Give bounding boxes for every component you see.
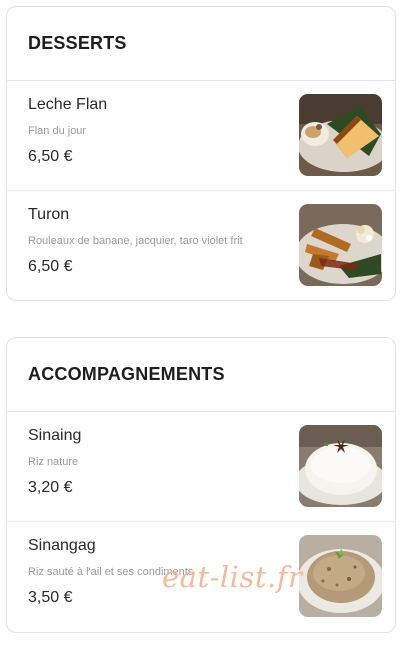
item-name: Sinangag [28,537,96,554]
item-price: 6,50 € [28,258,73,275]
section-title: DESSERTS [28,33,127,53]
menu-item-leche-flan[interactable]: Leche Flan Flan du jour 6,50 € [7,81,395,191]
leche-flan-photo[interactable] [299,94,382,176]
section-header: DESSERTS [7,7,395,81]
item-price: 3,50 € [28,589,73,606]
section-title: ACCOMPAGNEMENTS [28,364,225,384]
desserts-section: DESSERTS Leche Flan Flan du jour 6,50 € … [6,6,396,301]
accompagnements-section: ACCOMPAGNEMENTS Sinaing Riz nature 3,20 … [6,337,396,633]
sinangag-photo[interactable] [299,535,382,617]
item-description: Flan du jour [28,125,87,137]
item-price: 6,50 € [28,148,73,165]
sinaing-photo[interactable] [299,425,382,507]
item-description: Riz sauté à l'ail et ses condiments [28,566,194,578]
item-description: Riz nature [28,456,79,468]
item-name: Turon [28,206,70,223]
item-name: Sinaing [28,427,82,444]
item-description: Rouleaux de banane, jacquier, taro viole… [28,235,243,247]
menu-item-sinaing[interactable]: Sinaing Riz nature 3,20 € [7,412,395,522]
menu-item-sinangag[interactable]: Sinangag Riz sauté à l'ail et ses condim… [7,522,395,632]
turon-photo[interactable] [299,204,382,286]
item-name: Leche Flan [28,96,108,113]
menu-item-turon[interactable]: Turon Rouleaux de banane, jacquier, taro… [7,191,395,301]
section-header: ACCOMPAGNEMENTS [7,338,395,412]
item-price: 3,20 € [28,479,73,496]
